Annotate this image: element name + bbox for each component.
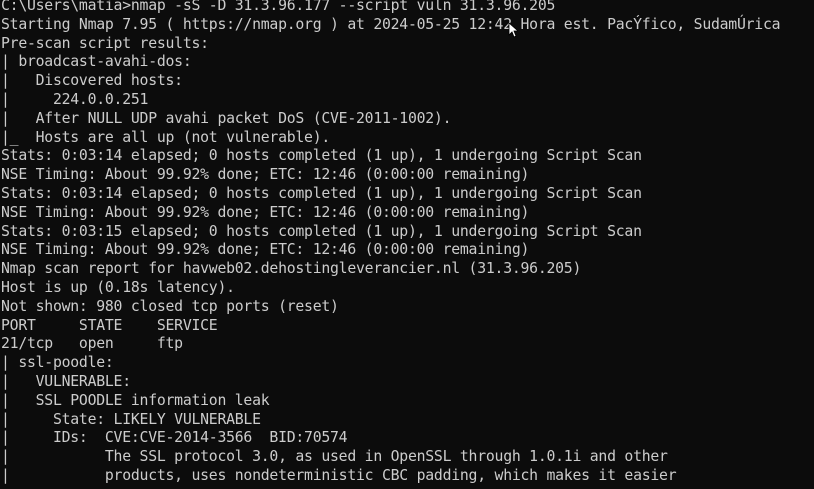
terminal-line: Stats: 0:03:14 elapsed; 0 hosts complete… [1, 147, 642, 165]
terminal-line: | products, uses nondeterministic CBC pa… [1, 466, 677, 484]
terminal-line: PORT STATE SERVICE [1, 316, 218, 334]
terminal-line: | The SSL protocol 3.0, as used in OpenS… [1, 448, 668, 466]
terminal-line: Host is up (0.18s latency). [1, 278, 235, 296]
terminal-window[interactable]: C:\Users\matia>nmap -sS -D 31.3.96.177 -… [0, 0, 814, 489]
terminal-line: 21/tcp open ftp [1, 335, 183, 353]
terminal-line: |_ Hosts are all up (not vulnerable). [1, 128, 331, 146]
terminal-line: | SSL POODLE information leak [1, 391, 270, 409]
terminal-line: Starting Nmap 7.95 ( https://nmap.org ) … [1, 15, 781, 33]
terminal-line: NSE Timing: About 99.92% done; ETC: 12:4… [1, 203, 530, 221]
terminal-line: Nmap scan report for havweb02.dehostingl… [1, 260, 582, 278]
terminal-line: | VULNERABLE: [1, 372, 131, 390]
terminal-line: Not shown: 980 closed tcp ports (reset) [1, 297, 339, 315]
terminal-line: | broadcast-avahi-dos: [1, 53, 192, 71]
terminal-output: C:\Users\matia>nmap -sS -D 31.3.96.177 -… [1, 0, 781, 486]
terminal-line: Stats: 0:03:15 elapsed; 0 hosts complete… [1, 222, 642, 240]
terminal-line: | ssl-poodle: [1, 354, 114, 372]
terminal-line: Pre-scan script results: [1, 34, 209, 52]
terminal-line: | After NULL UDP avahi packet DoS (CVE-2… [1, 109, 452, 127]
terminal-line: | Discovered hosts: [1, 72, 183, 90]
terminal-line: | 224.0.0.251 [1, 90, 149, 108]
terminal-line: Stats: 0:03:14 elapsed; 0 hosts complete… [1, 184, 642, 202]
mouse-pointer-icon [508, 22, 518, 38]
terminal-line-command: C:\Users\matia>nmap -sS -D 31.3.96.177 -… [1, 0, 556, 14]
terminal-line: | State: LIKELY VULNERABLE [1, 410, 261, 428]
terminal-line: NSE Timing: About 99.92% done; ETC: 12:4… [1, 241, 530, 259]
terminal-line: | IDs: CVE:CVE-2014-3566 BID:70574 [1, 429, 348, 447]
terminal-line: NSE Timing: About 99.92% done; ETC: 12:4… [1, 166, 530, 184]
